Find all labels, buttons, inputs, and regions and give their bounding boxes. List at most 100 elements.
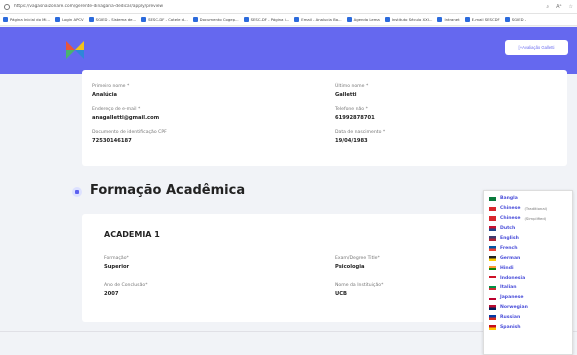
- bookmark-label: SESC-DF - Página i...: [250, 17, 290, 22]
- bookmark-item[interactable]: SESC-DF - Cotele d...: [141, 17, 188, 22]
- language-name: Spanish: [500, 325, 521, 331]
- flag-icon: [489, 236, 496, 241]
- language-option[interactable]: Chinese (Simplified): [489, 214, 567, 224]
- zoom-icon[interactable]: ⌕: [546, 4, 549, 10]
- language-name: German: [500, 255, 521, 261]
- phone-value: 61992878701: [335, 115, 375, 121]
- bookmark-favicon-icon: [504, 17, 510, 22]
- birth-date-label: Data de nascimento *: [335, 130, 386, 135]
- language-name: Italian: [500, 285, 517, 291]
- formation-field: Formação* Superior: [104, 256, 129, 270]
- bookmark-item[interactable]: SESC-DF - Página i...: [243, 17, 290, 22]
- email-field: Endereço de e-mail * anagalletti@gmail.c…: [92, 107, 159, 121]
- section-title: Formação Acadêmica: [90, 183, 246, 198]
- language-option[interactable]: Indonesia: [489, 273, 567, 283]
- bookmark-label: Instituto Século XXI...: [391, 17, 433, 22]
- language-option[interactable]: Bangla: [489, 194, 567, 204]
- language-name: French: [500, 245, 518, 251]
- flag-icon: [489, 325, 496, 330]
- flag-icon: [489, 246, 496, 251]
- language-option[interactable]: Norwegian: [489, 303, 567, 313]
- bookmark-item[interactable]: Intranet: [437, 17, 460, 22]
- app-header: [0, 27, 577, 74]
- email-value: anagalletti@gmail.com: [92, 115, 160, 121]
- bookmark-item[interactable]: E-mail SESCDF: [464, 17, 500, 22]
- bookmark-label: Email - Analucia Ba...: [301, 17, 342, 22]
- bookmark-label: E-mail SESCDF: [471, 17, 500, 22]
- document-value: 72530146187: [92, 138, 132, 144]
- read-aloud-icon[interactable]: Aᵃ: [556, 4, 561, 10]
- language-option[interactable]: Italian: [489, 283, 567, 293]
- bookmark-item[interactable]: Página Inicial do Mi...: [3, 17, 50, 22]
- flag-icon: [489, 285, 496, 291]
- browser-address-bar: https://vagasnaizonare.com/gerente-dinag…: [0, 0, 577, 14]
- evaluate-button[interactable]: [+Avaliação Galletti: [505, 40, 568, 55]
- app-logo[interactable]: [66, 41, 84, 59]
- flag-icon: [489, 256, 496, 261]
- language-variant: (Traditional): [524, 206, 548, 212]
- site-info-icon[interactable]: [4, 3, 10, 10]
- language-name: Chinese: [500, 216, 521, 222]
- flag-icon: [489, 196, 496, 202]
- first-name-label: Primeiro nome *: [92, 84, 130, 89]
- bookmark-item[interactable]: SGIED - Sistema de...: [88, 17, 137, 22]
- language-name: Chinese: [500, 206, 521, 212]
- browser-tools: ⌕ Aᵃ ☆: [546, 4, 573, 10]
- bookmark-item[interactable]: Instituto Século XXI...: [384, 17, 433, 22]
- bookmark-favicon-icon: [437, 17, 443, 22]
- bookmark-favicon-icon: [464, 17, 470, 22]
- year-value: 2007: [104, 291, 119, 297]
- bookmark-favicon-icon: [55, 17, 61, 22]
- language-option[interactable]: Chinese (Traditional): [489, 204, 567, 214]
- bookmark-label: Login APCV: [62, 17, 84, 22]
- bookmark-item[interactable]: Agenda Lema: [346, 17, 380, 22]
- bookmark-favicon-icon: [294, 17, 300, 22]
- degree-value: Psicologia: [335, 264, 365, 270]
- language-option[interactable]: Russian: [489, 313, 567, 323]
- year-field: Ano de Conclusão* 2007: [104, 283, 148, 297]
- bookmark-item[interactable]: SGIED -: [504, 17, 527, 22]
- first-name-field: Primeiro nome * Analúcia: [92, 84, 129, 98]
- language-option[interactable]: German: [489, 253, 567, 263]
- language-option[interactable]: Spanish: [489, 323, 567, 333]
- institution-field: Nome da Instituição* UCB: [335, 283, 383, 297]
- favorite-star-icon[interactable]: ☆: [569, 4, 573, 10]
- bookmark-item[interactable]: Email - Analucia Ba...: [294, 17, 342, 22]
- last-name-value: Galletti: [335, 92, 357, 98]
- institution-value: UCB: [335, 291, 347, 297]
- bookmark-label: Intranet: [444, 17, 460, 22]
- language-name: Dutch: [500, 226, 516, 232]
- bookmark-label: SGIED -: [511, 17, 527, 22]
- language-name: English: [500, 236, 519, 241]
- bookmark-item[interactable]: Login APCV: [55, 17, 84, 22]
- formation-label: Formação*: [104, 256, 129, 261]
- bookmark-label: SGIED - Sistema de...: [95, 17, 137, 22]
- language-option[interactable]: French: [489, 243, 567, 253]
- language-option[interactable]: Dutch: [489, 224, 567, 234]
- phone-label: Telefone não *: [335, 107, 368, 112]
- language-name: Norwegian: [500, 305, 528, 311]
- document-field: Documento de identificação CPF 725301461…: [92, 130, 167, 144]
- language-option[interactable]: Japanese: [489, 293, 567, 303]
- last-name-field: Último nome * Galletti: [335, 84, 368, 98]
- language-option[interactable]: English: [489, 234, 567, 244]
- language-name: Bangla: [500, 196, 518, 202]
- language-option[interactable]: Hindi: [489, 263, 567, 273]
- bookmark-label: Agenda Lema: [353, 17, 380, 22]
- language-name: Indonesia: [500, 275, 526, 281]
- flag-icon: [489, 265, 496, 271]
- bookmark-favicon-icon: [3, 17, 8, 22]
- graduation-icon: [72, 187, 82, 197]
- first-name-value: Analúcia: [92, 92, 118, 98]
- url-field[interactable]: https://vagasnaizonare.com/gerente-dinag…: [14, 4, 546, 9]
- document-label: Documento de identificação CPF: [92, 130, 167, 135]
- language-dropdown: Bangla Chinese (Traditional) Chinese (Simpli…: [483, 190, 573, 355]
- language-name: Russian: [500, 315, 521, 321]
- flag-icon: [489, 216, 496, 221]
- institution-label: Nome da Instituição*: [335, 283, 384, 288]
- language-name: Hindi: [500, 265, 514, 271]
- bookmark-item[interactable]: Documento Cogep...: [192, 17, 239, 22]
- personal-info-card: Primeiro nome * Analúcia Último nome * G…: [82, 70, 567, 166]
- bookmark-favicon-icon: [192, 17, 198, 22]
- birth-date-field: Data de nascimento * 19/04/1983: [335, 130, 385, 144]
